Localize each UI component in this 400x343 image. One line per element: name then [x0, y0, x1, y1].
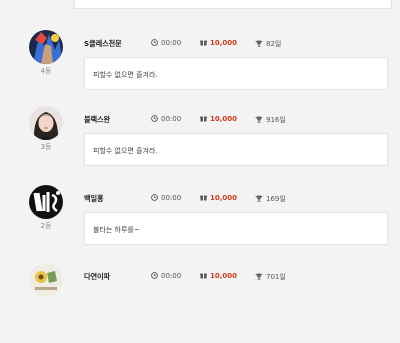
trophy-days: 701일: [266, 273, 286, 281]
price-value: 10,000: [210, 39, 238, 47]
user-name[interactable]: 블랙스완: [84, 115, 110, 125]
message-bubble: 불타는 하루를~: [84, 212, 388, 245]
time-value: 00:00: [161, 272, 182, 280]
time-value: 00:00: [161, 115, 182, 123]
trophy-days: 916일: [266, 116, 286, 124]
user-name[interactable]: S클레스천문: [84, 39, 122, 49]
ranking-entry: 2등 백일홍 00:00 10,000 169일 불타는 하루를~: [0, 185, 400, 265]
gift-icon: [200, 39, 207, 48]
anime-character-avatar[interactable]: [29, 30, 63, 64]
price-value: 10,000: [210, 272, 238, 280]
portrait-photo-avatar[interactable]: [29, 106, 63, 140]
ranking-entry: 다연이파 00:00 10,000 701일: [0, 263, 400, 343]
gift-icon: [200, 115, 207, 124]
trophy-icon: [255, 116, 263, 125]
trophy-icon: [255, 273, 263, 282]
user-name[interactable]: 백일홍: [84, 194, 104, 204]
message-text: 피할수 없으면 즐겨라.: [93, 71, 158, 79]
message-bubble: 피할수 없으면 즐겨라.: [84, 133, 388, 166]
message-bubble: 피할수 없으면 즐겨라.: [84, 57, 388, 90]
user-name[interactable]: 다연이파: [84, 272, 110, 282]
ranking-entry: 4등 S클레스천문 00:00 10,000 82일 피할수 없으면 즐겨라.: [0, 30, 400, 110]
previous-message-bubble: [74, 0, 392, 9]
message-text: 불타는 하루를~: [93, 226, 140, 234]
time-value: 00:00: [161, 194, 182, 202]
clock-icon: [151, 39, 158, 48]
drawing-avatar[interactable]: [29, 263, 63, 297]
rank-label: 2등: [40, 222, 52, 230]
trophy-icon: [255, 195, 263, 204]
clock-icon: [151, 272, 158, 281]
price-value: 10,000: [210, 115, 238, 123]
gift-icon: [200, 272, 207, 281]
trophy-days: 169일: [266, 195, 286, 203]
ranking-entry: 3등 블랙스완 00:00 10,000 916일 피할수 없으면 즐겨라.: [0, 106, 400, 186]
calligraphy-avatar[interactable]: [29, 185, 63, 219]
time-value: 00:00: [161, 39, 182, 47]
clock-icon: [151, 194, 158, 203]
trophy-days: 82일: [266, 40, 282, 48]
clock-icon: [151, 115, 158, 124]
rank-label: 3등: [40, 143, 52, 151]
message-text: 피할수 없으면 즐겨라.: [93, 147, 158, 155]
trophy-icon: [255, 40, 263, 49]
gift-icon: [200, 194, 207, 203]
rank-label: 4등: [40, 67, 52, 75]
price-value: 10,000: [210, 194, 238, 202]
